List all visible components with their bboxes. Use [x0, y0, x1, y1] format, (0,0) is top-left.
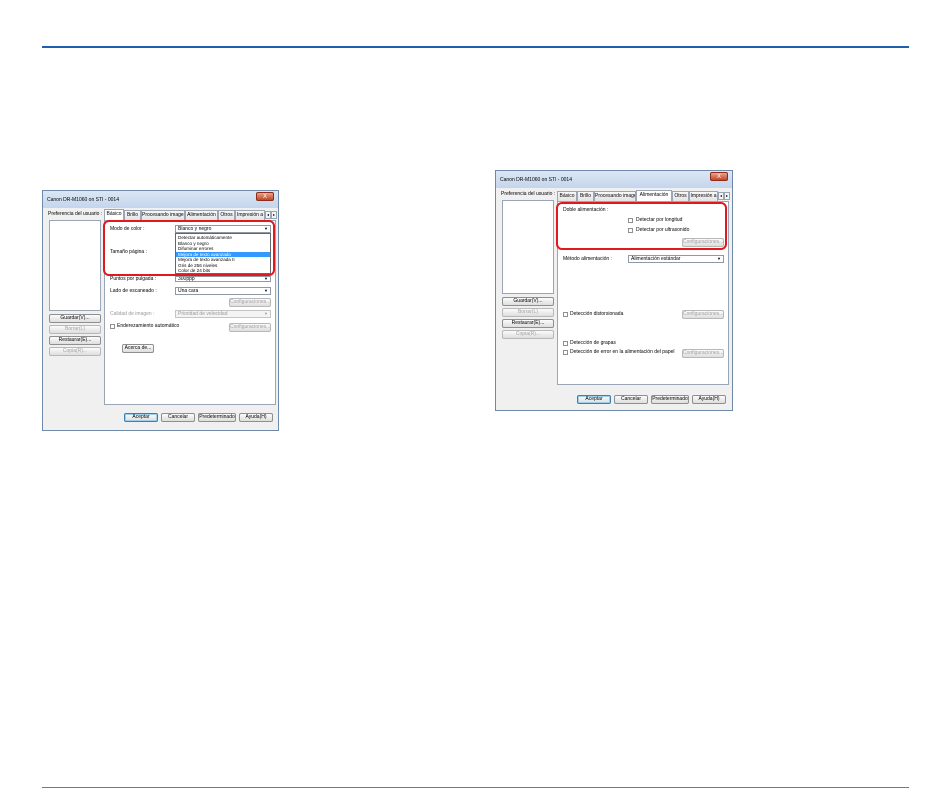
tab-otros[interactable]: Otros [218, 210, 235, 220]
user-preference-label: Preferencia del usuario : [501, 191, 556, 197]
dpi-value: 300ppp [178, 276, 195, 282]
tab-brillo[interactable]: Brillo [124, 210, 141, 220]
copy-button[interactable]: Copia(R)... [502, 330, 554, 339]
tab-brillo[interactable]: Brillo [577, 191, 594, 201]
user-preference-label: Preferencia del usuario : [48, 211, 103, 217]
restore-button[interactable]: Restaurar(E)... [49, 336, 101, 345]
settings-button[interactable]: Configuraciones... [229, 298, 271, 307]
settings-button[interactable]: Configuraciones... [229, 323, 271, 332]
chevron-down-icon: ▼ [264, 276, 268, 281]
user-preference-list[interactable] [49, 220, 101, 311]
accept-button[interactable]: Aceptar [577, 395, 611, 404]
save-button[interactable]: Guardar(V)... [49, 314, 101, 323]
highlight-box [103, 220, 275, 276]
image-quality-select[interactable]: Prioridad de velocidad ▼ [175, 310, 271, 318]
right-dialog-titlebar: Canon DR-M1060 on STI - 0014 [496, 171, 732, 188]
chevron-down-icon: ▼ [264, 311, 268, 316]
dpi-select[interactable]: 300ppp ▼ [175, 276, 271, 282]
misfeed-detection-label: Detección de error en la alimentación de… [570, 349, 675, 355]
chevron-down-icon: ▼ [264, 288, 268, 293]
tab-otros[interactable]: Otros [672, 191, 689, 201]
tab-basico[interactable]: Básico [557, 191, 577, 201]
left-dialog-titlebar: Canon DR-M1060 on STI - 0014 [43, 191, 278, 208]
left-tab-strip: Básico Brillo Procesando imagen Alimenta… [104, 209, 277, 220]
left-dialog-title: Canon DR-M1060 on STI - 0014 [47, 197, 119, 203]
page-footer-rule [42, 787, 909, 788]
delete-button[interactable]: Borrar(L) [49, 325, 101, 334]
auto-deskew-checkbox[interactable] [110, 324, 115, 329]
tab-alimentacion[interactable]: Alimentación [185, 210, 218, 220]
dpi-label: Puntos por pulgada : [110, 276, 157, 282]
right-tab-strip: Básico Brillo Procesando imagen Alimenta… [557, 190, 730, 201]
auto-deskew-label: Enderezamiento automático [117, 323, 180, 329]
skew-detection-checkbox[interactable] [563, 312, 568, 317]
chevron-down-icon: ▼ [717, 256, 721, 261]
delete-button[interactable]: Borrar(L) [502, 308, 554, 317]
scan-side-label: Lado de escaneado : [110, 288, 157, 294]
default-button[interactable]: Predeterminado [651, 395, 689, 404]
skew-detection-label: Detección distorsionada [570, 311, 624, 317]
save-button[interactable]: Guardar(V)... [502, 297, 554, 306]
help-button[interactable]: Ayuda(H) [239, 413, 273, 422]
feed-method-select[interactable]: Alimentación estándar ▼ [628, 255, 724, 263]
highlight-box [556, 202, 727, 250]
staple-detection-label: Detección de grapas [570, 340, 616, 346]
help-button[interactable]: Ayuda(H) [692, 395, 726, 404]
close-icon[interactable]: X [710, 172, 728, 181]
feed-method-value: Alimentación estándar [631, 256, 681, 262]
tab-scroll-right-icon[interactable]: ▸ [724, 192, 730, 200]
page-header-rule [42, 46, 909, 48]
copy-button[interactable]: Copia(R)... [49, 347, 101, 356]
settings-button[interactable]: Configuraciones... [682, 310, 724, 319]
default-button[interactable]: Predeterminado [198, 413, 236, 422]
scan-side-select[interactable]: Una cara ▼ [175, 287, 271, 295]
restore-button[interactable]: Restaurar(E)... [502, 319, 554, 328]
image-quality-value: Prioridad de velocidad [178, 311, 228, 317]
tab-impresion[interactable]: Impresión a [689, 191, 718, 201]
tab-impresion[interactable]: Impresión a [235, 210, 265, 220]
scan-side-value: Una cara [178, 288, 199, 294]
user-preference-list[interactable] [502, 200, 554, 294]
close-icon[interactable]: X [256, 192, 274, 201]
tab-basico[interactable]: Básico [104, 209, 124, 220]
tab-alimentacion[interactable]: Alimentación [636, 190, 672, 201]
cancel-button[interactable]: Cancelar [161, 413, 195, 422]
tab-procesando-imagen[interactable]: Procesando imagen [141, 210, 185, 220]
tab-procesando-imagen[interactable]: Procesando imagen [594, 191, 636, 201]
misfeed-detection-checkbox[interactable] [563, 350, 568, 355]
image-quality-label: Calidad de imagen : [110, 311, 155, 317]
right-dialog-title: Canon DR-M1060 on STI - 0014 [500, 177, 572, 183]
tab-scroll-right-icon[interactable]: ▸ [271, 211, 277, 219]
settings-button[interactable]: Configuraciones... [682, 349, 724, 358]
left-scanner-settings-dialog: Canon DR-M1060 on STI - 0014 X Preferenc… [42, 190, 279, 431]
staple-detection-checkbox[interactable] [563, 341, 568, 346]
right-scanner-settings-dialog: Canon DR-M1060 on STI - 0014 X Preferenc… [495, 170, 733, 411]
cancel-button[interactable]: Cancelar [614, 395, 648, 404]
accept-button[interactable]: Aceptar [124, 413, 158, 422]
feed-method-label: Método alimentación : [563, 256, 612, 262]
about-button[interactable]: Acerca de... [122, 344, 154, 353]
